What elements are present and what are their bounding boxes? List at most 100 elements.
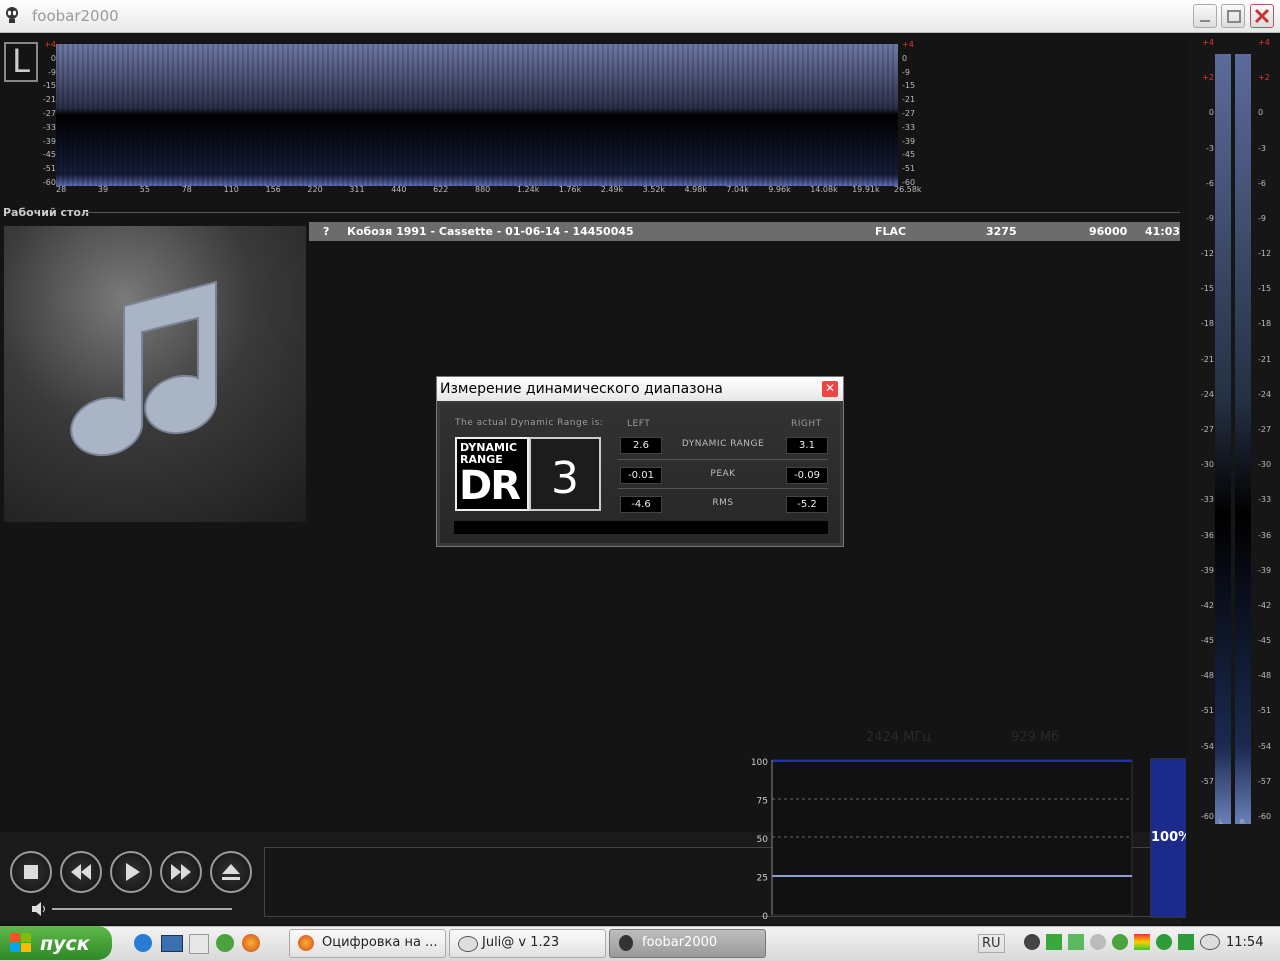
cpu-graph: 100 75 50 25 0 bbox=[751, 758, 1133, 920]
vu-tick-label: -24 bbox=[1200, 389, 1214, 399]
frequency-label: 1.76k bbox=[558, 185, 582, 194]
task-foobar[interactable]: foobar2000 bbox=[609, 929, 766, 958]
vu-tick-label: -24 bbox=[1258, 389, 1272, 399]
maximize-button[interactable] bbox=[1221, 4, 1245, 28]
vu-tick-label: +2 bbox=[1258, 73, 1270, 83]
scale-tick-label: -15 bbox=[902, 81, 916, 91]
row-divider bbox=[618, 459, 828, 460]
frequency-label: 26.58k bbox=[894, 185, 922, 194]
vu-tick-label: -3 bbox=[1258, 143, 1266, 153]
frequency-label: 7.04k bbox=[726, 185, 749, 194]
scale-tick-label: -33 bbox=[42, 122, 56, 132]
vu-tick-label: -54 bbox=[1258, 741, 1272, 751]
utorrent-icon[interactable] bbox=[216, 934, 234, 952]
scale-tick-label: -15 bbox=[42, 81, 56, 91]
vu-tick-label: -36 bbox=[1200, 530, 1214, 540]
tray-check-icon[interactable] bbox=[1178, 934, 1194, 950]
vu-scale-left: +4 +2 0 -3 -6 -9 -12 -15 -18 -21 -24 -27 -30 -33 -36 -3… bbox=[1190, 34, 1214, 834]
peak-left-value: -0.01 bbox=[620, 467, 662, 484]
task-label: Оцифровка на ... bbox=[322, 935, 438, 950]
dr-row-label: DYNAMIC RANGE bbox=[681, 439, 765, 449]
scale-tick-label: -21 bbox=[42, 95, 56, 105]
frequency-label: 9.96k bbox=[768, 185, 791, 194]
cpu-y-label: 100 bbox=[751, 758, 768, 768]
scale-tick-label: -21 bbox=[902, 95, 916, 105]
task-firefox[interactable]: Оцифровка на ... bbox=[289, 929, 446, 958]
frequency-label: 28 bbox=[56, 185, 67, 194]
vu-tick-label: -18 bbox=[1258, 319, 1272, 329]
scale-tick-label: -9 bbox=[902, 67, 910, 77]
db-scale-left: +4 0 -9 -15 -21 -27 -33 -39 -45 -51 -60 bbox=[40, 40, 56, 190]
scale-tick-label: +4 bbox=[902, 40, 914, 49]
col-left-header: LEFT bbox=[627, 419, 651, 429]
scale-tick-label: -45 bbox=[42, 150, 56, 160]
task-label: Juli@ v 1.23 bbox=[482, 935, 560, 950]
close-button[interactable] bbox=[1250, 4, 1274, 28]
esi-tray-icon[interactable] bbox=[1200, 934, 1220, 950]
section-header: Рабочий стол bbox=[3, 206, 90, 219]
rms-right-value: -5.2 bbox=[786, 496, 828, 513]
dr-value-box: 3 bbox=[529, 437, 601, 511]
dr-logo: DYNAMIC RANGE DR bbox=[455, 437, 529, 511]
vu-tick-label: -18 bbox=[1200, 319, 1214, 329]
tray-arrow-icon[interactable] bbox=[1068, 934, 1084, 950]
dr-left-value: 2.6 bbox=[620, 437, 662, 454]
playlist-row[interactable]: ? Кобозя 1991 - Cassette - 01-06-14 - 14… bbox=[309, 222, 1180, 241]
dialog-close-button[interactable]: ✕ bbox=[822, 381, 838, 397]
foobar-tray-icon[interactable] bbox=[1024, 934, 1040, 950]
frequency-label: 1.24k bbox=[516, 185, 540, 194]
ie-icon[interactable] bbox=[134, 934, 152, 952]
vu-tick-label: -33 bbox=[1200, 495, 1214, 505]
cpu-freq: 2424 МГц bbox=[866, 730, 932, 745]
tray-bars-icon[interactable] bbox=[1134, 934, 1150, 950]
vu-tick-label: -30 bbox=[1258, 460, 1272, 470]
section-divider bbox=[86, 212, 1180, 213]
tray-green-icon[interactable] bbox=[1046, 934, 1062, 950]
col-right-header: RIGHT bbox=[791, 419, 822, 429]
utorrent-tray-icon[interactable] bbox=[1112, 934, 1128, 950]
frequency-label: 110 bbox=[223, 185, 239, 194]
tray-alien-icon[interactable] bbox=[1090, 934, 1106, 950]
tray-gear-icon[interactable] bbox=[1156, 934, 1172, 950]
vu-tick-label: -39 bbox=[1258, 565, 1272, 575]
language-indicator[interactable]: RU bbox=[978, 934, 1005, 953]
start-label[interactable]: пуск bbox=[40, 933, 90, 955]
vu-tick-label: -27 bbox=[1200, 425, 1214, 434]
vu-label-right: R bbox=[1240, 818, 1245, 826]
firefox-icon[interactable] bbox=[242, 934, 260, 952]
vu-tick-label: -6 bbox=[1258, 178, 1266, 188]
previous-button[interactable] bbox=[60, 851, 102, 893]
cpu-usage-text: 100% bbox=[1151, 830, 1192, 845]
add-icon[interactable] bbox=[189, 934, 209, 954]
rms-row-label: RMS bbox=[712, 498, 734, 508]
peak-right-value: -0.09 bbox=[786, 467, 828, 484]
volume-slider[interactable] bbox=[52, 908, 232, 910]
desktop-icon[interactable] bbox=[161, 935, 183, 952]
play-button[interactable] bbox=[110, 851, 152, 893]
frequency-label: 78 bbox=[181, 185, 192, 194]
stop-button[interactable] bbox=[10, 851, 52, 893]
scale-tick-label: -27 bbox=[902, 109, 916, 118]
mem-usage: 929 Мб bbox=[1011, 730, 1060, 745]
scale-tick-label: -51 bbox=[902, 164, 916, 174]
vu-tick-label: -60 bbox=[1258, 812, 1272, 821]
vu-scale-right: +4 +2 0 -3 -6 -9 -12 -15 -18 -21 -24 -27 -30 -33 -36 -3… bbox=[1258, 34, 1280, 834]
next-button[interactable] bbox=[160, 851, 202, 893]
eject-button[interactable] bbox=[210, 851, 252, 893]
firefox-icon bbox=[298, 935, 314, 951]
frequency-label: 880 bbox=[475, 185, 491, 194]
vu-tick-label: -57 bbox=[1258, 776, 1272, 786]
vu-tick-label: -45 bbox=[1200, 636, 1214, 646]
vu-tick-label: -9 bbox=[1258, 213, 1266, 223]
dialog-body: The actual Dynamic Range is: LEFT RIGHT … bbox=[440, 403, 840, 543]
scale-tick-label: -33 bbox=[902, 122, 916, 132]
vu-bar-right bbox=[1235, 54, 1251, 824]
title-bar bbox=[0, 0, 1280, 33]
vu-tick-label: -30 bbox=[1200, 460, 1214, 470]
minimize-button[interactable] bbox=[1193, 4, 1217, 28]
volume-icon[interactable] bbox=[30, 901, 48, 917]
dr-logo-big: DR bbox=[459, 463, 521, 509]
task-juli[interactable]: Juli@ v 1.23 bbox=[449, 929, 606, 958]
vu-tick-label: -9 bbox=[1206, 213, 1214, 223]
vu-tick-label: +2 bbox=[1202, 73, 1214, 83]
